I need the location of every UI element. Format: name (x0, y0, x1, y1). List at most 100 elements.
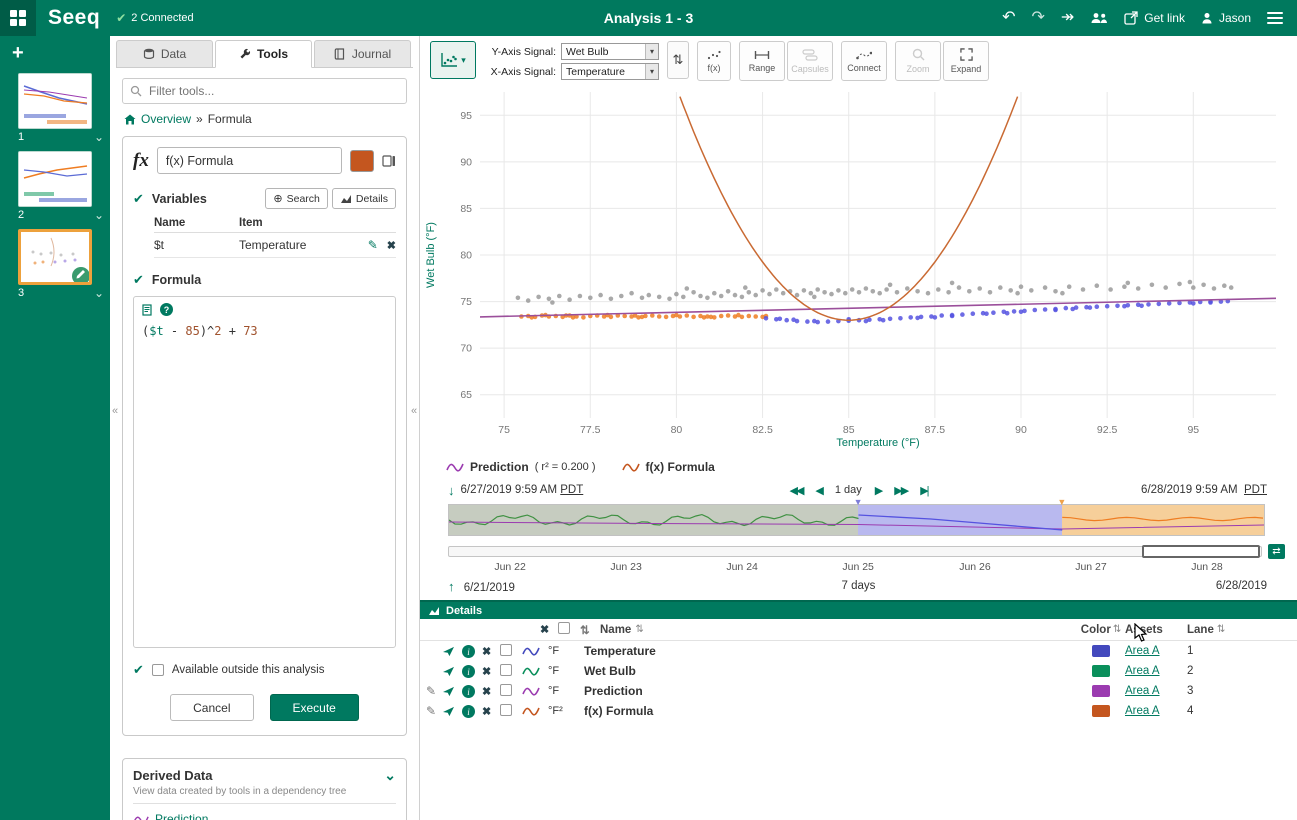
step-forward-all-icon[interactable]: ▶▶ (894, 484, 907, 497)
step-forward-icon[interactable]: ▶ (875, 484, 881, 497)
view-selector-button[interactable]: ▾ (430, 41, 476, 79)
investigate-start-icon[interactable]: ↑ (448, 579, 455, 594)
zoom-button[interactable]: Zoom (895, 41, 941, 81)
auto-update-icon[interactable]: ⇄ (1268, 544, 1285, 559)
formula-code[interactable]: ($t - 85)^2 + 73 (142, 324, 387, 338)
remove-icon[interactable]: ✖ (482, 685, 500, 698)
formula-color-swatch[interactable] (350, 150, 374, 172)
edit-item-icon[interactable]: ✎ (420, 704, 442, 718)
asset-link[interactable]: Area A (1125, 665, 1187, 677)
seeq-logo[interactable]: Seeq (48, 6, 100, 30)
details-panel-header[interactable]: Details (420, 600, 1297, 619)
worksheet-thumbnail[interactable]: 1⌄ (18, 73, 104, 143)
row-checkbox[interactable] (500, 684, 522, 699)
chevron-down-icon[interactable]: ⌄ (94, 131, 104, 143)
swap-axes-button[interactable]: ⇅ (667, 41, 689, 79)
remove-variable-icon[interactable]: ✖ (387, 239, 396, 252)
range-button[interactable]: Range (739, 41, 785, 81)
cancel-button[interactable]: Cancel (170, 694, 253, 721)
trend-icon[interactable] (442, 686, 462, 697)
row-checkbox[interactable] (500, 664, 522, 679)
worksheet-preview[interactable] (18, 151, 92, 207)
column-lane[interactable]: Lane ⇅ (1187, 624, 1227, 636)
remove-icon[interactable]: ✖ (482, 665, 500, 678)
tab-data[interactable]: Data (116, 40, 213, 68)
column-color[interactable]: Color ⇅ (1077, 624, 1125, 636)
users-icon[interactable] (1090, 12, 1108, 24)
variable-search-button[interactable]: ⊕ Search (265, 188, 328, 209)
user-menu[interactable]: Jason (1201, 11, 1251, 25)
chevron-down-icon[interactable]: ⌄ (94, 209, 104, 221)
app-grid-button[interactable] (0, 0, 36, 36)
info-icon[interactable]: i (462, 684, 482, 699)
expand-button[interactable]: Expand (943, 41, 989, 81)
formula-editor[interactable]: ? ($t - 85)^2 + 73 (133, 296, 396, 648)
step-to-end-icon[interactable]: ▶| (920, 484, 927, 497)
present-icon[interactable]: ↠ (1061, 10, 1074, 26)
derived-data-item[interactable]: Prediction (133, 812, 396, 820)
connect-button[interactable]: Connect (841, 41, 887, 81)
help-icon[interactable]: ? (160, 303, 173, 316)
step-back-icon[interactable]: ◀ (815, 484, 821, 497)
trend-icon[interactable] (442, 646, 462, 657)
range-start-icon[interactable]: ↓ (448, 483, 455, 498)
row-checkbox[interactable] (500, 704, 522, 719)
column-assets[interactable]: Assets (1125, 624, 1187, 636)
filter-tools-input[interactable] (122, 78, 407, 104)
trend-icon[interactable] (442, 666, 462, 677)
info-icon[interactable]: i (462, 704, 482, 719)
edit-variable-icon[interactable]: ✎ (368, 238, 378, 252)
worksheet-thumbnail[interactable]: 3⌄ (18, 229, 104, 299)
info-icon[interactable]: i (462, 664, 482, 679)
legend-prediction[interactable]: Prediction ( r² = 0.200 ) (446, 460, 596, 474)
asset-link[interactable]: Area A (1125, 685, 1187, 697)
color-swatch[interactable] (1077, 685, 1125, 697)
timezone-link[interactable]: PDT (1244, 484, 1267, 496)
worksheet-preview[interactable] (18, 229, 92, 285)
collapse-rail-handle[interactable]: « (109, 400, 121, 422)
hamburger-menu-icon[interactable] (1267, 9, 1283, 27)
dock-panel-icon[interactable] (382, 155, 396, 167)
legend-fx-formula[interactable]: f(x) Formula (622, 460, 715, 474)
scrollbar-handle[interactable] (1142, 545, 1260, 558)
trend-icon[interactable] (442, 706, 462, 717)
connection-status[interactable]: ✔ 2 Connected (116, 11, 193, 25)
document-icon[interactable] (142, 304, 152, 316)
chevron-down-icon[interactable]: ⌄ (94, 287, 104, 299)
formula-name-input[interactable] (157, 147, 342, 174)
edit-item-icon[interactable]: ✎ (420, 684, 442, 698)
timezone-link[interactable]: PDT (560, 484, 583, 496)
collapse-panel-handle[interactable]: « (408, 400, 420, 422)
tab-tools[interactable]: Tools (215, 40, 312, 68)
y-axis-signal-select[interactable]: Wet Bulb ▾ (561, 43, 659, 60)
select-all-checkbox[interactable] (558, 622, 580, 637)
scatter-chart[interactable]: 7577.58082.58587.59092.59565707580859095… (420, 86, 1297, 454)
available-checkbox[interactable] (152, 664, 164, 676)
add-worksheet-button[interactable]: + (12, 42, 32, 65)
home-icon[interactable] (124, 114, 136, 125)
derived-item-link[interactable]: Prediction (155, 812, 208, 820)
color-swatch[interactable] (1077, 665, 1125, 677)
timeline-strip[interactable]: ▼▼ (448, 504, 1265, 536)
color-swatch[interactable] (1077, 645, 1125, 657)
variable-details-button[interactable]: Details (332, 188, 396, 209)
asset-link[interactable]: Area A (1125, 645, 1187, 657)
x-axis-signal-select[interactable]: Temperature ▾ (561, 63, 659, 80)
step-size-label[interactable]: 1 day (835, 484, 862, 496)
remove-all-icon[interactable]: ✖ (540, 623, 558, 636)
remove-icon[interactable]: ✖ (482, 645, 500, 658)
step-back-all-icon[interactable]: ◀◀ (789, 484, 802, 497)
timeline-scrollbar[interactable] (448, 546, 1262, 557)
redo-icon[interactable]: ↷ (1031, 10, 1044, 26)
chevron-down-icon[interactable]: ⌄ (384, 767, 396, 784)
column-name[interactable]: Name ⇅ (600, 624, 1077, 636)
asset-link[interactable]: Area A (1125, 705, 1187, 717)
fx-tool-button[interactable]: f(x) (697, 41, 731, 81)
worksheet-thumbnail[interactable]: 2⌄ (18, 151, 104, 221)
tab-journal[interactable]: Journal (314, 40, 411, 68)
undo-icon[interactable]: ↶ (1002, 10, 1015, 26)
color-swatch[interactable] (1077, 705, 1125, 717)
get-link-button[interactable]: Get link (1124, 11, 1185, 25)
execute-button[interactable]: Execute (270, 694, 359, 721)
capsules-button[interactable]: Capsules (787, 41, 833, 81)
